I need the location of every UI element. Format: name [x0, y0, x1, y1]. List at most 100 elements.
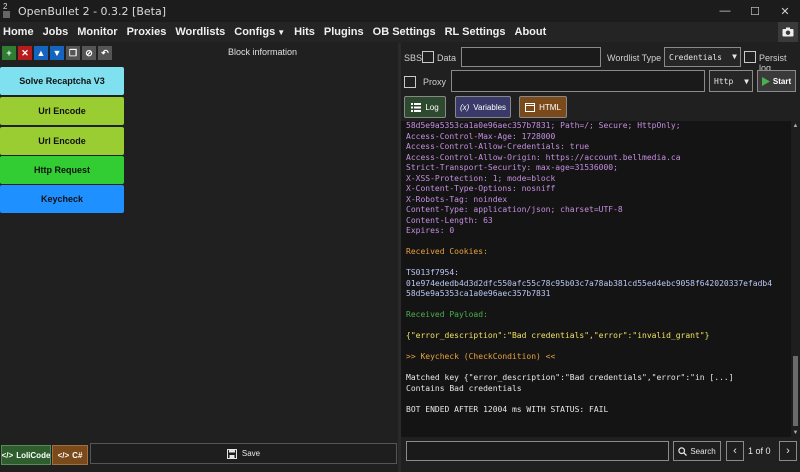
- search-button[interactable]: Search: [673, 441, 721, 461]
- log-line: X-Content-Type-Options: nosniff: [406, 184, 556, 193]
- log-line: X-XSS-Protection: 1; mode=block: [406, 173, 556, 183]
- variables-icon: (x): [459, 102, 470, 112]
- scroll-down-icon[interactable]: ▼: [791, 428, 800, 437]
- proxy-input[interactable]: [451, 70, 705, 92]
- menu-about[interactable]: About: [515, 26, 547, 38]
- tab-csharp-label: C#: [72, 450, 83, 460]
- menu-configs-label: Configs: [234, 26, 276, 38]
- persist-log-checkbox[interactable]: [744, 51, 756, 63]
- log-line: Content-Length: 63: [406, 215, 493, 225]
- list-icon: [411, 102, 422, 112]
- log-line: Expires: 0: [406, 226, 455, 235]
- log-line: Access-Control-Allow-Credentials: true: [406, 142, 590, 151]
- config-stacker-pane: + ✕ ▲ ▼ ❐ ⊘ ↶ Block information Solve Re…: [0, 43, 398, 443]
- block-http-request[interactable]: Http Request: [0, 156, 124, 184]
- menu-configs[interactable]: Configs ▼: [234, 26, 285, 38]
- menu-hits[interactable]: Hits: [294, 26, 315, 38]
- search-label: Search: [690, 446, 716, 456]
- log-line: Access-Control-Max-Age: 1728000: [406, 131, 556, 141]
- remove-block-button[interactable]: ✕: [18, 46, 32, 60]
- menu-wordlists[interactable]: Wordlists: [175, 26, 225, 38]
- sbs-checkbox[interactable]: [422, 51, 434, 63]
- save-label: Save: [241, 449, 261, 458]
- proxy-checkbox[interactable]: [404, 76, 416, 88]
- log-line: {"error_description":"Bad credentials","…: [406, 331, 710, 340]
- data-input[interactable]: [461, 47, 601, 67]
- log-scrollbar[interactable]: ▲ ▼: [791, 121, 800, 437]
- menu-ob-settings[interactable]: OB Settings: [373, 26, 436, 38]
- block-url-encode[interactable]: Url Encode: [0, 97, 124, 125]
- clone-block-button[interactable]: ❐: [66, 46, 80, 60]
- undo-button[interactable]: ↶: [98, 46, 112, 60]
- caret-down-icon: ▼: [732, 52, 737, 61]
- variables-view-label: Variables: [473, 102, 507, 112]
- save-button[interactable]: Save: [90, 443, 397, 464]
- start-button[interactable]: Start: [757, 70, 796, 92]
- log-view-button[interactable]: Log: [404, 96, 446, 118]
- title-bar: 2 OpenBullet 2 - 0.3.2 [Beta] — ☐ ✕: [0, 0, 800, 22]
- wordlist-type-select[interactable]: Credentials ▼: [664, 47, 741, 67]
- proxy-type-select[interactable]: Http ▼: [709, 70, 753, 92]
- tab-lolicode-label: LoliCode: [16, 450, 51, 460]
- log-view-label: Log: [425, 102, 439, 112]
- minimize-button[interactable]: —: [710, 0, 740, 22]
- menu-rl-settings[interactable]: RL Settings: [445, 26, 506, 38]
- caret-down-icon: ▼: [744, 77, 749, 86]
- html-icon: [525, 102, 536, 112]
- caret-down-icon: ▼: [277, 28, 286, 37]
- menu-home[interactable]: Home: [3, 26, 34, 38]
- log-line: Strict-Transport-Security: max-age=31536…: [406, 163, 618, 172]
- previous-match-button[interactable]: ‹: [726, 441, 744, 461]
- log-line: 58d5e9a5353ca1a0e96aec357b7831; Path=/; …: [406, 121, 681, 130]
- variables-view-button[interactable]: (x) Variables: [455, 96, 511, 118]
- svg-text:2: 2: [3, 2, 8, 11]
- scroll-thumb[interactable]: [793, 356, 798, 426]
- tab-csharp[interactable]: </> C#: [52, 445, 88, 465]
- log-line: Matched key {"error_description":"Bad cr…: [406, 373, 734, 382]
- block-url-encode[interactable]: Url Encode: [0, 127, 124, 155]
- log-search-input[interactable]: [406, 441, 669, 461]
- window-controls: — ☐ ✕: [710, 0, 800, 22]
- disable-icon: ⊘: [85, 47, 93, 58]
- block-keycheck[interactable]: Keycheck: [0, 185, 124, 213]
- html-view-label: HTML: [539, 102, 561, 112]
- add-icon: +: [6, 48, 12, 58]
- code-icon: </>: [1, 450, 14, 460]
- move-down-button[interactable]: ▼: [50, 46, 64, 60]
- close-button[interactable]: ✕: [770, 0, 800, 22]
- menu-monitor[interactable]: Monitor: [77, 26, 117, 38]
- debugger-log[interactable]: 58d5e9a5353ca1a0e96aec357b7831; Path=/; …: [401, 121, 791, 437]
- disable-block-button[interactable]: ⊘: [82, 46, 96, 60]
- scroll-up-icon[interactable]: ▲: [791, 121, 800, 130]
- start-label: Start: [772, 76, 792, 86]
- data-label: Data: [437, 53, 457, 63]
- html-view-button[interactable]: HTML: [519, 96, 567, 118]
- camera-icon: [782, 27, 794, 37]
- menu-plugins[interactable]: Plugins: [324, 26, 364, 38]
- log-line: Access-Control-Allow-Origin: https://acc…: [406, 152, 681, 162]
- main-menu: Home Jobs Monitor Proxies Wordlists Conf…: [0, 22, 800, 42]
- screenshot-button[interactable]: [778, 22, 798, 42]
- chevron-left-icon: ‹: [733, 445, 737, 457]
- undo-icon: ↶: [101, 47, 109, 58]
- log-line: 58d5e9a5353ca1a0e96aec357b7831: [406, 289, 551, 298]
- block-toolbar: + ✕ ▲ ▼ ❐ ⊘ ↶: [2, 46, 112, 60]
- tab-lolicode[interactable]: </> LoliCode: [1, 445, 51, 465]
- log-line: BOT ENDED AFTER 12004 ms WITH STATUS: FA…: [406, 404, 609, 414]
- code-icon: </>: [57, 450, 70, 460]
- proxy-label: Proxy: [423, 77, 447, 87]
- next-match-button[interactable]: ›: [779, 441, 797, 461]
- block-solve-recaptcha-v3[interactable]: Solve Recaptcha V3: [0, 67, 124, 95]
- chevron-right-icon: ›: [786, 445, 790, 457]
- wordlist-type-value: Credentials: [669, 52, 722, 62]
- maximize-button[interactable]: ☐: [740, 0, 770, 22]
- log-line: >> Keycheck (CheckCondition) <<: [406, 352, 556, 361]
- add-block-button[interactable]: +: [2, 46, 16, 60]
- menu-jobs[interactable]: Jobs: [43, 26, 69, 38]
- menu-proxies[interactable]: Proxies: [127, 26, 167, 38]
- move-up-button[interactable]: ▲: [34, 46, 48, 60]
